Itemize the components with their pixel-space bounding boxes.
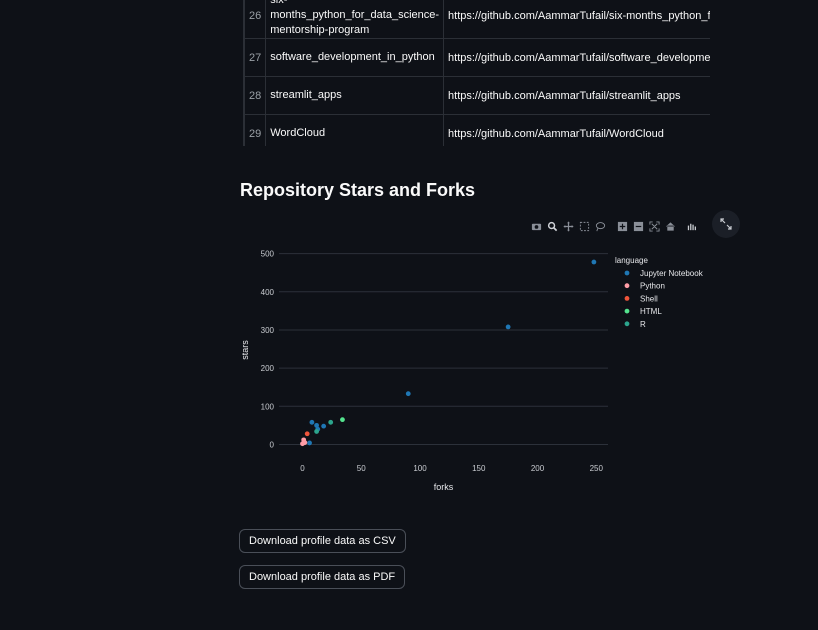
section-title: Repository Stars and Forks xyxy=(240,180,476,200)
data-point xyxy=(304,431,310,437)
legend-label: Python xyxy=(640,282,665,291)
row-index-cell: 27 xyxy=(244,38,267,77)
pan-button[interactable] xyxy=(562,220,575,233)
row-index-cell: 28 xyxy=(244,76,267,115)
legend-marker xyxy=(624,283,630,289)
y-tick-label: 500 xyxy=(261,250,275,259)
legend-title: language xyxy=(615,256,648,265)
data-point xyxy=(300,441,305,447)
data-point xyxy=(321,423,327,429)
data-point xyxy=(314,429,319,434)
x-tick-label: 200 xyxy=(531,464,545,473)
y-tick-label: 0 xyxy=(270,440,275,449)
reset-axes-button[interactable] xyxy=(664,220,677,233)
y-axis-label: stars xyxy=(240,340,250,360)
data-point xyxy=(340,417,345,423)
autoscale-icon xyxy=(649,220,660,232)
data-point xyxy=(405,391,411,397)
x-tick-label: 100 xyxy=(413,464,427,473)
repo-url-cell: https://github.com/AammarTufail/streamli… xyxy=(443,76,710,115)
table-row: 26 six-months_python_for_data_science-men… xyxy=(244,0,710,39)
row-index-cell: 26 xyxy=(244,0,267,39)
legend-marker xyxy=(624,308,630,314)
pan-icon xyxy=(563,220,574,232)
autoscale-button[interactable] xyxy=(648,220,661,233)
box-select-button[interactable] xyxy=(578,220,591,233)
box-select-icon xyxy=(579,221,590,231)
repositories-table: 26 six-months_python_for_data_science-men… xyxy=(243,0,710,146)
download-pdf-button[interactable]: Download profile data as PDF xyxy=(239,565,406,589)
y-tick-label: 200 xyxy=(261,364,275,373)
legend-label: Shell xyxy=(640,294,658,303)
table-row: 27 software_development_in_python https://… xyxy=(244,38,710,77)
repo-url-cell: https://github.com/AammarTufail/WordClou… xyxy=(443,114,710,146)
repo-name-cell: six-months_python_for_data_science-mento… xyxy=(265,0,445,39)
table-row: 28 streamlit_apps https://github.com/Aamma… xyxy=(244,76,710,115)
zoom-in-icon xyxy=(617,221,628,231)
y-tick-label: 300 xyxy=(261,326,275,335)
zoom-in-button[interactable] xyxy=(616,220,629,233)
fullscreen-button[interactable] xyxy=(712,210,740,238)
plotly-logo-icon xyxy=(687,223,696,230)
zoom-icon xyxy=(547,221,558,231)
camera-button[interactable] xyxy=(530,220,543,233)
data-point xyxy=(591,259,597,265)
row-index-cell: 29 xyxy=(244,114,267,146)
data-point xyxy=(309,419,315,425)
y-tick-label: 100 xyxy=(261,402,275,411)
data-point xyxy=(505,324,511,330)
legend-marker xyxy=(624,296,630,301)
legend-label: R xyxy=(640,320,646,329)
download-csv-button[interactable]: Download profile data as CSV xyxy=(239,529,406,553)
repo-url-cell: https://github.com/AammarTufail/six-mont… xyxy=(443,0,710,39)
repo-url-cell: https://github.com/AammarTufail/software… xyxy=(443,38,710,77)
zoom-button[interactable] xyxy=(546,220,559,233)
data-point xyxy=(328,419,334,425)
legend-marker xyxy=(624,270,630,276)
legend-label: Jupyter Notebook xyxy=(640,269,704,278)
y-tick-label: 400 xyxy=(261,288,275,297)
table-row: 29 WordCloud https://github.com/AammarTufa… xyxy=(244,114,710,146)
legend-marker xyxy=(624,321,630,327)
x-tick-label: 0 xyxy=(300,464,305,473)
reset-axes-icon xyxy=(665,221,676,231)
x-tick-label: 50 xyxy=(357,464,366,473)
x-axis-label: forks xyxy=(434,482,454,492)
x-tick-label: 250 xyxy=(590,464,604,473)
zoom-out-button[interactable] xyxy=(632,220,645,233)
repo-name-cell: WordCloud xyxy=(265,114,445,146)
x-tick-label: 150 xyxy=(472,464,486,473)
lasso-button[interactable] xyxy=(594,220,607,233)
legend-label: HTML xyxy=(640,307,662,316)
expand-icon xyxy=(720,218,732,230)
chart-modebar xyxy=(530,218,698,234)
zoom-out-icon xyxy=(633,221,644,231)
repo-name-cell: software_development_in_python xyxy=(265,38,445,77)
data-point xyxy=(307,440,312,446)
lasso-icon xyxy=(595,221,606,231)
repo-name-cell: streamlit_apps xyxy=(265,76,445,115)
stars-forks-scatter-chart[interactable]: 0 100 200 300 400 500 0 50 100 150 200 250 forks star… xyxy=(238,238,718,508)
plotly-logo-button[interactable] xyxy=(685,220,698,233)
camera-icon xyxy=(531,223,542,230)
